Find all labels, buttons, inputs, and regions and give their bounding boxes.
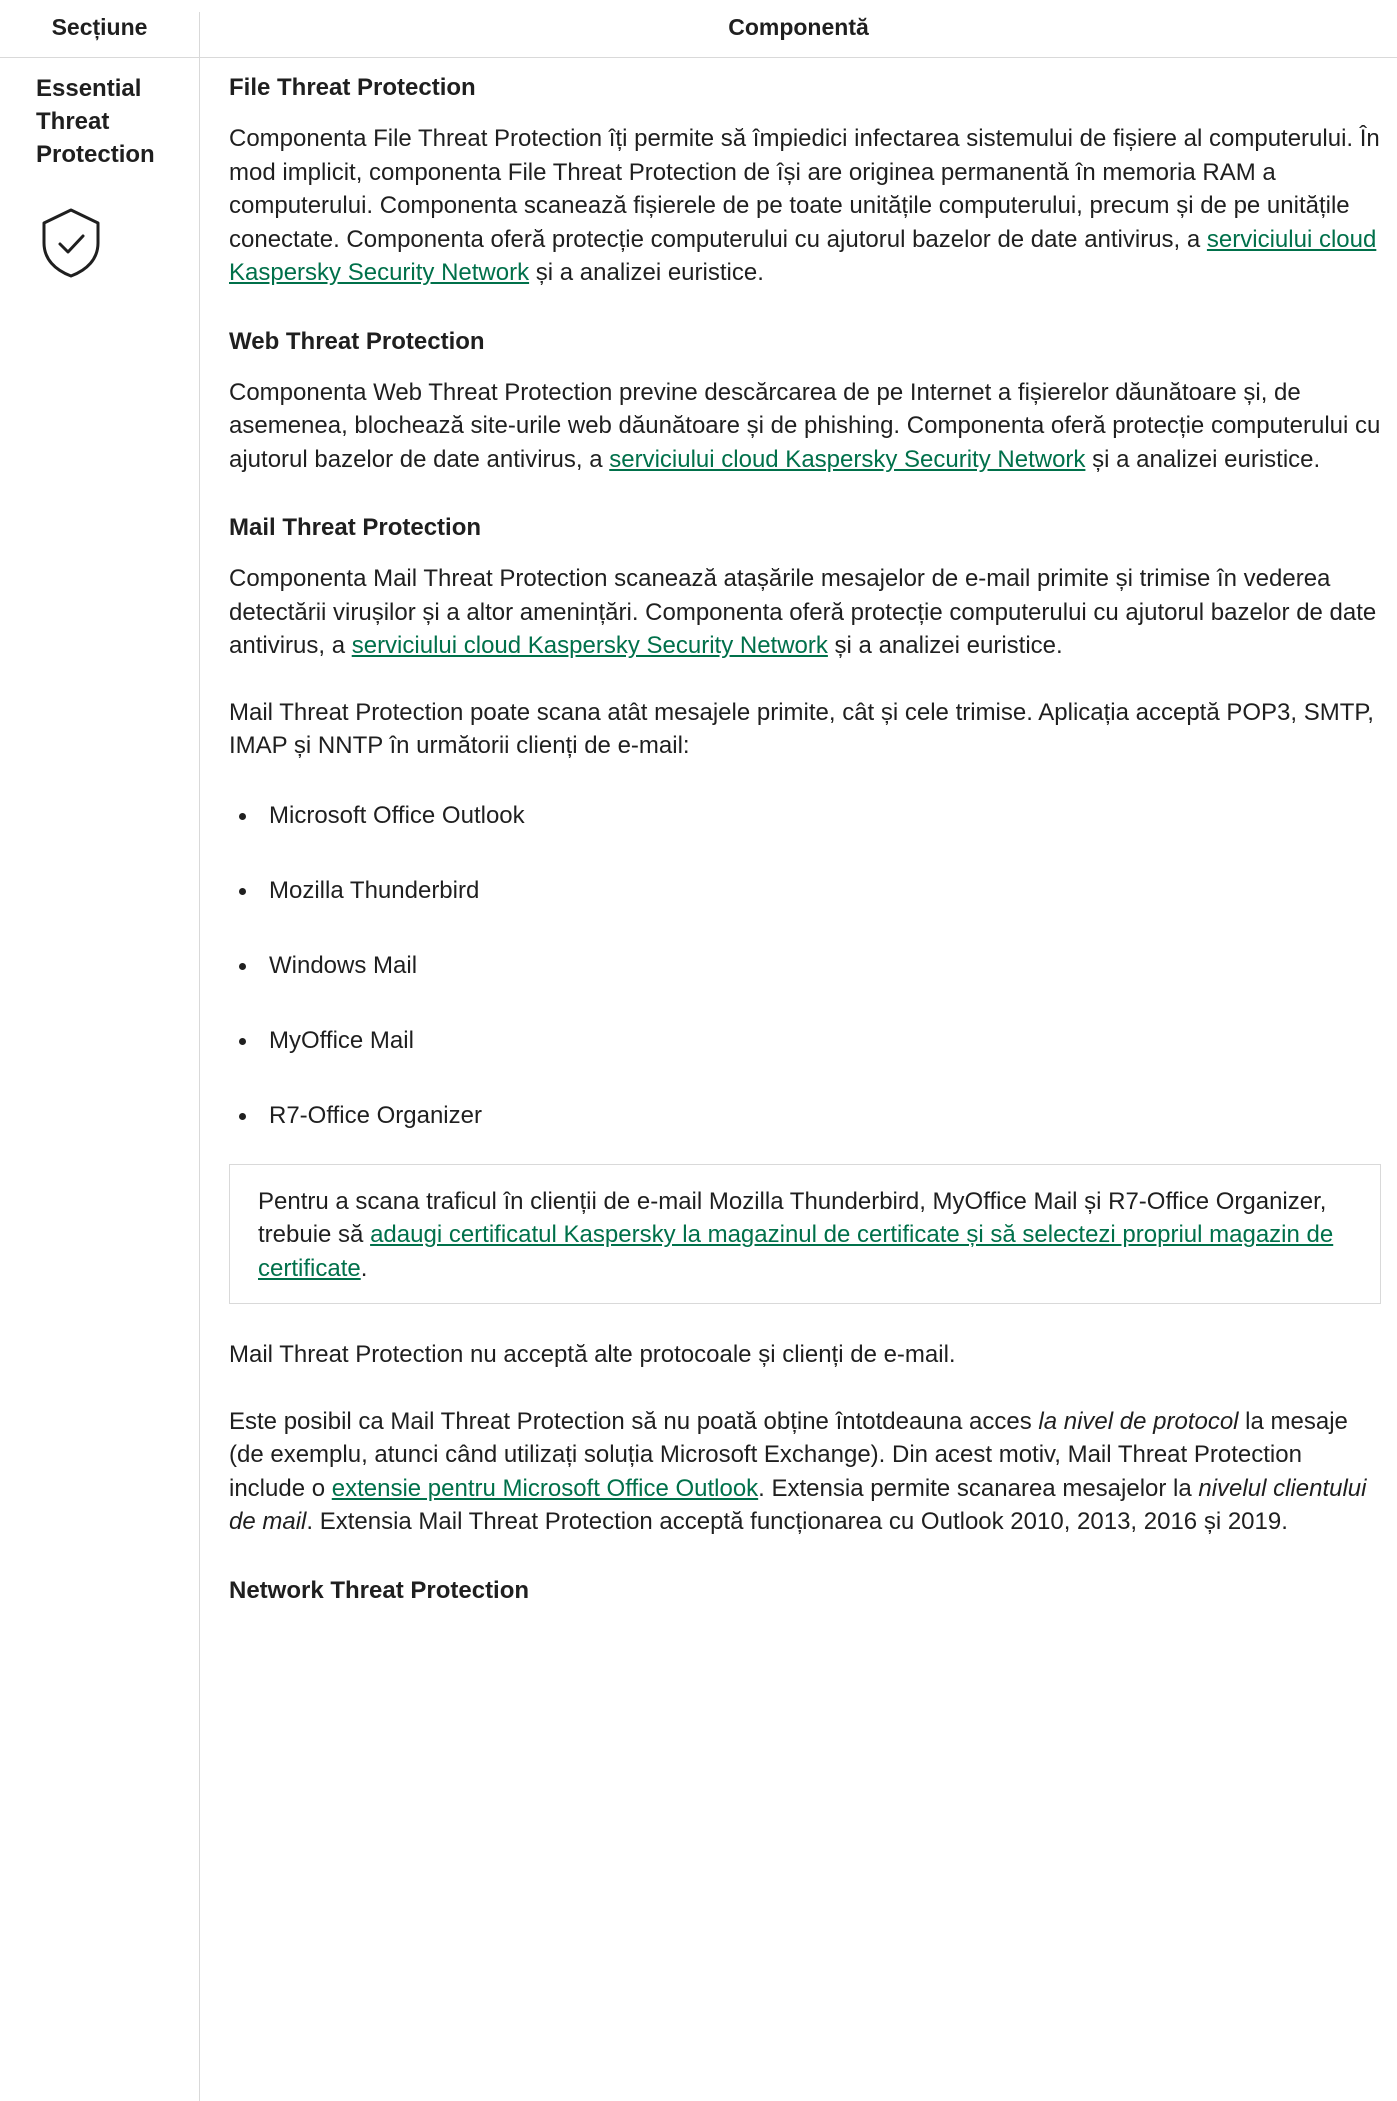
table-header-row: Secțiune Componentă xyxy=(0,0,1397,58)
list-item: Microsoft Office Outlook xyxy=(229,799,1381,874)
mail-clients-list: Microsoft Office Outlook Mozilla Thunder… xyxy=(229,799,1381,1174)
mail-outlook-extension-paragraph: Este posibil ca Mail Threat Protection s… xyxy=(229,1407,1367,1536)
web-threat-heading: Web Threat Protection xyxy=(229,327,485,355)
certificate-note: Pentru a scana traficul în clienții de e… xyxy=(229,1163,1381,1304)
component-cell: File Threat Protection Componenta File T… xyxy=(229,72,1381,1607)
section-cell: Essential Threat Protection xyxy=(36,72,186,284)
mail-threat-description: Componenta Mail Threat Protection scanea… xyxy=(229,565,1377,659)
list-item: Windows Mail xyxy=(229,949,1381,1024)
file-threat-description: Componenta File Threat Protection îți pe… xyxy=(229,125,1380,286)
web-threat-description: Componenta Web Threat Protection previne… xyxy=(229,378,1381,473)
column-header-section: Secțiune xyxy=(51,14,148,40)
column-header-component: Componentă xyxy=(728,14,869,40)
list-item: MyOffice Mail xyxy=(229,1024,1381,1099)
network-threat-heading: Network Threat Protection xyxy=(229,1576,530,1604)
list-item: R7-Office Organizer xyxy=(229,1099,1381,1174)
column-divider xyxy=(199,12,200,2101)
components-table: Secțiune Componentă Essential Threat Pro… xyxy=(0,0,1397,2101)
shield-check-icon xyxy=(42,208,100,278)
outlook-extension-link[interactable]: extensie pentru Microsoft Office Outlook xyxy=(332,1475,758,1502)
list-item: Mozilla Thunderbird xyxy=(229,874,1381,949)
mail-unsupported-paragraph: Mail Threat Protection nu acceptă alte p… xyxy=(229,1341,956,1368)
certificate-note-text: Pentru a scana traficul în clienții de e… xyxy=(258,1187,1334,1282)
file-threat-heading: File Threat Protection xyxy=(229,74,476,101)
ksn-link[interactable]: serviciului cloud Kaspersky Security Net… xyxy=(352,632,828,659)
mail-threat-heading: Mail Threat Protection xyxy=(229,514,482,541)
add-certificate-link[interactable]: adaugi certificatul Kaspersky la magazin… xyxy=(258,1221,1333,1282)
mail-protocols-paragraph: Mail Threat Protection poate scana atât … xyxy=(229,698,1374,760)
ksn-link[interactable]: serviciului cloud Kaspersky Security Net… xyxy=(609,446,1085,473)
section-title: Essential Threat Protection xyxy=(36,75,155,168)
